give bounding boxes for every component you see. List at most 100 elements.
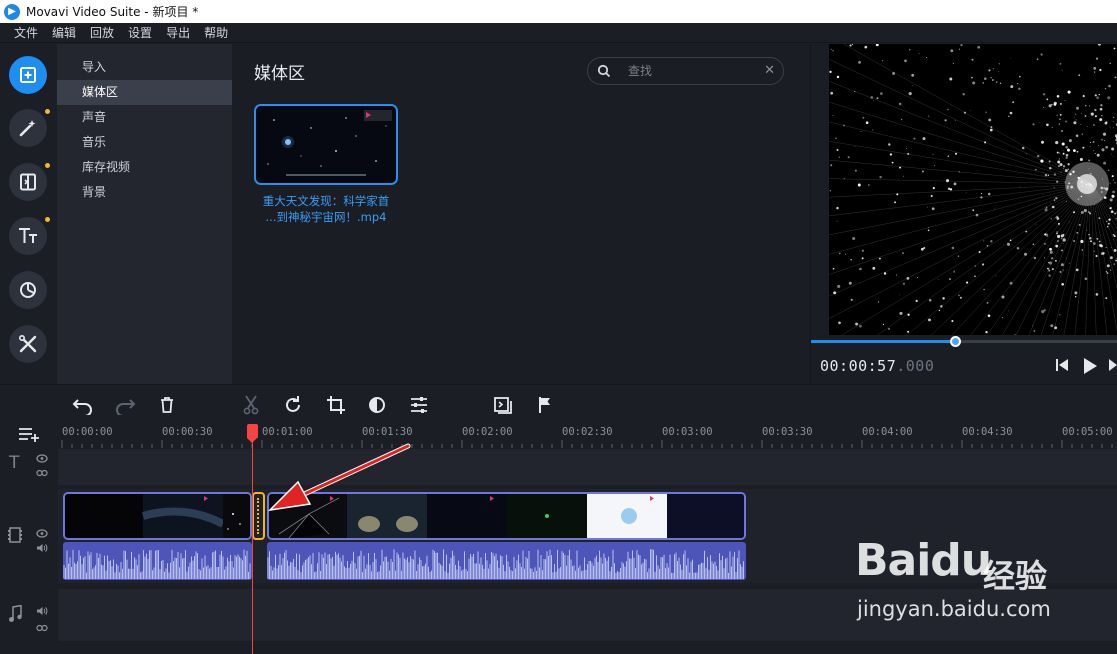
tool-rail <box>0 44 57 384</box>
ruler-label: 00:03:00 <box>662 426 713 438</box>
contrast-icon <box>369 397 385 413</box>
audio-waveform-1 <box>63 549 251 579</box>
window-title: Movavi Video Suite - 新项目 * <box>26 5 199 19</box>
scissors-icon <box>243 395 259 415</box>
ruler-label: 00:04:30 <box>962 426 1013 438</box>
add-media-icon <box>20 67 36 83</box>
menu-export[interactable]: 导出 <box>159 23 197 43</box>
menu-settings[interactable]: 设置 <box>121 23 159 43</box>
clip-properties-button[interactable] <box>408 394 430 416</box>
play-button[interactable] <box>1082 357 1098 379</box>
undo-button[interactable] <box>72 394 94 416</box>
redo-button[interactable] <box>114 394 136 416</box>
menu-bar: 文件 编辑 回放 设置 导出 帮助 <box>0 23 1117 43</box>
category-stock-video[interactable]: 库存视频 <box>57 155 232 180</box>
video-player[interactable] <box>829 44 1117 335</box>
sliders-icon <box>411 397 427 413</box>
category-media-bin[interactable]: 媒体区 <box>57 80 232 105</box>
delete-button[interactable] <box>156 394 178 416</box>
title-track-icon: T <box>9 453 20 473</box>
search-box[interactable]: ✕ <box>587 57 784 85</box>
clip-filename-line2: ...到神秘宇宙网！.mp4 <box>265 210 387 224</box>
redo-icon <box>116 399 136 415</box>
app-logo-icon: ▶ <box>4 3 20 20</box>
title-track-link-icon[interactable] <box>36 462 48 481</box>
title-bar: ▶ Movavi Video Suite - 新项目 * <box>0 0 1117 23</box>
filters-tool-button[interactable] <box>9 109 50 147</box>
menu-playback[interactable]: 回放 <box>83 23 121 43</box>
music-track-icon <box>8 604 22 627</box>
new-dot <box>45 109 50 114</box>
timeline-ruler[interactable]: 00:00:00 00:00:30 00:01:00 00:01:30 00:0… <box>58 424 1117 448</box>
video-track-volume-icon[interactable] <box>36 538 48 557</box>
ruler-label: 00:02:30 <box>562 426 613 438</box>
stickers-icon <box>20 282 36 298</box>
more-tools-button[interactable] <box>9 325 47 363</box>
titles-tool-button[interactable] <box>9 217 50 255</box>
rotate-icon <box>286 396 300 412</box>
ruler-label: 00:04:00 <box>862 426 913 438</box>
previous-frame-button[interactable] <box>1055 357 1069 377</box>
clip-thumbnail[interactable] <box>254 104 398 185</box>
ruler-label: 00:05:00 <box>1062 426 1113 438</box>
add-marker-button[interactable] <box>534 394 556 416</box>
scrub-bar[interactable] <box>811 336 1117 347</box>
track-headers: T <box>0 424 58 654</box>
video-clip-1[interactable] <box>63 492 252 540</box>
timecode-ms: .000 <box>896 357 935 375</box>
add-track-icon <box>19 428 39 442</box>
category-backgrounds[interactable]: 背景 <box>57 180 232 205</box>
next-frame-button[interactable] <box>1109 357 1117 377</box>
music-track-link-icon[interactable] <box>36 617 48 636</box>
media-clip-card[interactable]: 重大天文发现：科学家首 ...到神秘宇宙网！.mp4 <box>254 104 398 225</box>
timecode: 00:00:57.000 <box>820 357 934 375</box>
audio-clip-2[interactable] <box>267 542 746 580</box>
magic-wand-icon <box>19 120 36 137</box>
media-bin-title: 媒体区 <box>254 64 305 84</box>
scrub-handle[interactable] <box>950 336 962 347</box>
new-dot <box>45 163 50 168</box>
crop-icon <box>327 396 345 414</box>
clip-filename: 重大天文发现：科学家首 ...到神秘宇宙网！.mp4 <box>254 193 398 225</box>
category-sounds[interactable]: 声音 <box>57 105 232 130</box>
ruler-label: 00:03:30 <box>762 426 813 438</box>
split-button[interactable] <box>240 394 262 416</box>
menu-edit[interactable]: 编辑 <box>45 23 83 43</box>
transitions-tool-button[interactable] <box>9 163 50 201</box>
transition-wizard-button[interactable] <box>492 394 514 416</box>
playhead-handle[interactable] <box>247 424 258 443</box>
timeline-toolbar <box>0 384 1117 424</box>
add-track-button[interactable] <box>18 426 40 446</box>
titles-icon <box>19 228 37 243</box>
ruler-label: 00:00:00 <box>62 426 113 438</box>
crop-button[interactable] <box>325 394 347 416</box>
menu-file[interactable]: 文件 <box>0 23 45 43</box>
audio-clip-1[interactable] <box>63 542 252 580</box>
ruler-label: 00:01:00 <box>262 426 313 438</box>
preview-frame <box>829 44 1117 335</box>
clear-search-icon[interactable]: ✕ <box>764 63 775 78</box>
category-music[interactable]: 音乐 <box>57 130 232 155</box>
skip-back-icon <box>1056 359 1068 371</box>
ruler-label: 00:02:00 <box>462 426 513 438</box>
video-track-icon <box>8 527 22 547</box>
category-import[interactable]: 导入 <box>57 55 232 80</box>
watermark-logo: Baidu <box>855 535 992 586</box>
app-window: ▶ Movavi Video Suite - 新项目 * 文件 编辑 回放 设置… <box>0 0 1117 654</box>
rotate-button[interactable] <box>282 394 304 416</box>
search-input[interactable] <box>628 63 758 79</box>
audio-waveform-2 <box>267 549 744 579</box>
baidu-watermark: Baidu 经验 jingyan.baidu.com <box>855 535 1065 645</box>
menu-help[interactable]: 帮助 <box>197 23 235 43</box>
watermark-url: jingyan.baidu.com <box>857 597 1051 621</box>
starfield-thumbnail <box>256 106 396 183</box>
title-track[interactable] <box>58 449 1117 485</box>
search-icon <box>597 64 611 78</box>
ruler-ticks <box>61 440 1113 448</box>
color-adjust-button[interactable] <box>366 394 388 416</box>
skip-forward-icon <box>1109 359 1117 371</box>
import-tool-button[interactable] <box>9 56 47 94</box>
undo-icon <box>72 399 92 415</box>
playhead-line <box>252 430 253 654</box>
stickers-tool-button[interactable] <box>9 271 47 309</box>
